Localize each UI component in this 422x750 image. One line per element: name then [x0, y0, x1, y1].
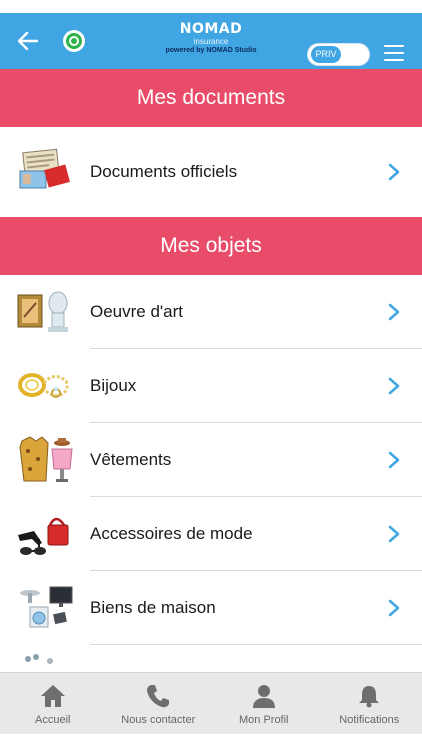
hamburger-menu-icon[interactable]: [384, 45, 404, 61]
tab-mon-profil[interactable]: Mon Profil: [211, 673, 317, 734]
list-item-label: Documents officiels: [90, 162, 238, 181]
chevron-right-icon: [388, 303, 400, 321]
fashion-accessories-icon: [18, 517, 69, 555]
tab-label: Mon Profil: [238, 714, 289, 726]
partial-item-icon: [25, 654, 53, 664]
tab-nous-contacter[interactable]: Nous contacter: [106, 673, 212, 734]
arrow-left-icon: [18, 32, 38, 50]
chevron-right-icon: [388, 377, 400, 395]
bottom-strip: [0, 734, 422, 750]
list-item-label: Biens de maison: [90, 598, 216, 617]
tab-label: Nous contacter: [121, 714, 196, 726]
list-item-accessoires-mode[interactable]: Accessoires de mode: [0, 497, 422, 571]
brand-powered-by: powered by NOMAD Studio: [165, 47, 257, 54]
chevron-right-icon: [388, 451, 400, 469]
list-item-label: Vêtements: [90, 450, 172, 469]
list-item-label: Accessoires de mode: [90, 524, 253, 543]
list-item-biens-maison[interactable]: Biens de maison: [0, 571, 422, 645]
brand-name: NOMAD: [179, 21, 243, 37]
artwork-icon: [17, 291, 68, 332]
household-goods-icon: [20, 586, 73, 628]
brand-subtitle: insurance: [193, 37, 229, 46]
bell-icon: [359, 686, 380, 708]
list-item-oeuvre-art[interactable]: Oeuvre d'art: [0, 275, 422, 349]
chevron-right-icon: [388, 599, 400, 617]
top-bar: NOMAD insurance powered by NOMAD Studio …: [0, 13, 422, 69]
profile-icon: [252, 685, 275, 708]
list-item-bijoux[interactable]: Bijoux: [0, 349, 422, 423]
list-item-vetements[interactable]: Vêtements: [0, 423, 422, 497]
clothing-icon: [19, 436, 73, 482]
private-mode-toggle[interactable]: PRIV: [307, 43, 370, 66]
tab-label: Notifications: [339, 714, 400, 726]
back-button[interactable]: [14, 27, 42, 55]
home-icon: [40, 685, 65, 707]
status-indicator-icon[interactable]: [63, 30, 85, 52]
documents-icon: [19, 148, 70, 189]
section-header-documents: Mes documents: [0, 69, 422, 127]
chevron-right-icon: [388, 163, 400, 181]
section-header-objects: Mes objets: [0, 217, 422, 275]
bottom-tab-bar: Accueil Nous contacter Mon Profil Notifi…: [0, 672, 422, 734]
list-item-partial[interactable]: [0, 645, 422, 665]
list-item-documents-officiels[interactable]: Documents officiels: [0, 127, 422, 217]
tab-accueil[interactable]: Accueil: [0, 673, 106, 734]
list-item-label: Bijoux: [90, 376, 137, 395]
phone-icon: [147, 685, 170, 708]
tab-label: Accueil: [35, 714, 71, 726]
list-item-label: Oeuvre d'art: [90, 302, 184, 321]
chevron-right-icon: [388, 525, 400, 543]
brand-logo: NOMAD insurance powered by NOMAD Studio: [150, 21, 272, 56]
tab-notifications[interactable]: Notifications: [317, 673, 422, 734]
jewelry-icon: [18, 373, 69, 398]
status-strip: [0, 0, 422, 13]
toggle-label: PRIV: [311, 46, 341, 63]
